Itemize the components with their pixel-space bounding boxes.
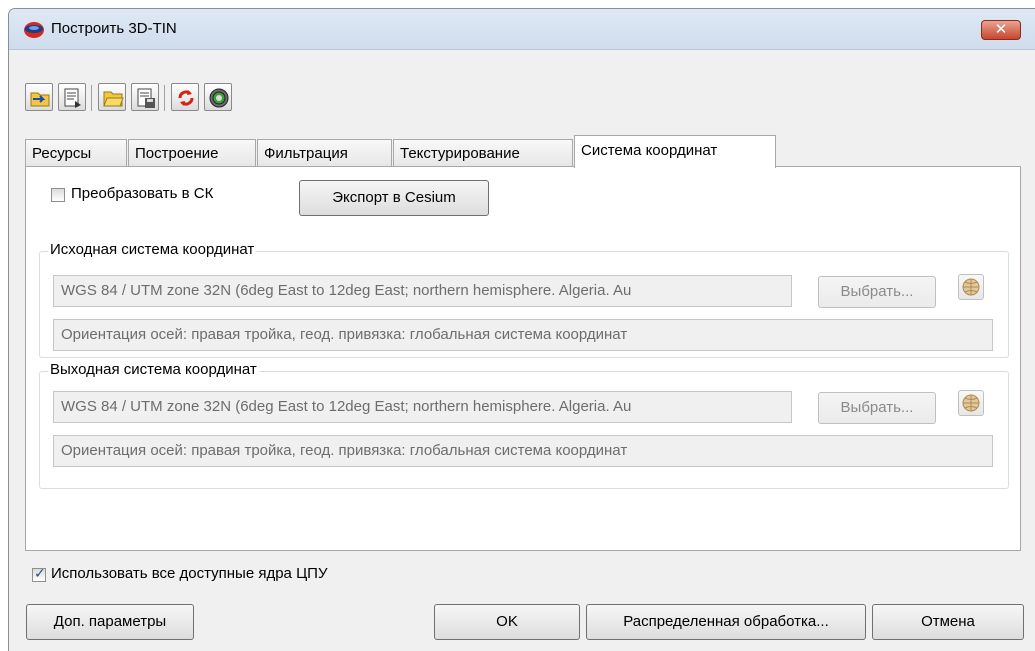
ok-button[interactable]: OK (434, 604, 580, 640)
convert-crs-checkbox[interactable] (51, 188, 65, 202)
open-folder-arrow-icon (30, 92, 50, 107)
settings-gear-icon (209, 88, 229, 108)
toolbar-separator (164, 85, 165, 111)
output-crs-title: Выходная система координат (48, 361, 259, 378)
save-document-button[interactable] (131, 83, 159, 111)
output-select-button[interactable]: Выбрать... (818, 392, 936, 424)
convert-crs-label: Преобразовать в СК (71, 185, 214, 202)
tab-coordinate-system[interactable]: Система координат (574, 135, 776, 168)
open-folder-button[interactable] (98, 83, 126, 111)
cancel-button[interactable]: Отмена (872, 604, 1024, 640)
save-document-icon (137, 88, 155, 108)
tab-label: Текстурирование (400, 145, 520, 162)
extra-params-button[interactable]: Доп. параметры (26, 604, 194, 640)
globe-icon (962, 394, 980, 412)
app-logo-icon (24, 22, 44, 38)
tab-label: Построение (135, 145, 219, 162)
settings-gear-button[interactable] (204, 83, 232, 111)
tab-build[interactable]: Построение (128, 139, 256, 167)
use-all-cores-label: Использовать все доступные ядра ЦПУ (51, 565, 328, 582)
use-all-cores-checkbox[interactable] (32, 565, 46, 582)
close-icon: ✕ (994, 21, 1008, 38)
source-select-button[interactable]: Выбрать... (818, 276, 936, 308)
open-folder-icon (103, 91, 124, 107)
output-crs-group: Выходная система координат WGS 84 / UTM … (39, 361, 1009, 489)
source-globe-button[interactable] (958, 274, 984, 300)
tab-label: Фильтрация (264, 145, 348, 162)
tab-label: Система координат (581, 142, 718, 159)
refresh-button[interactable] (171, 83, 199, 111)
output-crs-field: WGS 84 / UTM zone 32N (6deg East to 12de… (53, 391, 792, 423)
source-orientation-field: Ориентация осей: правая тройка, геод. пр… (53, 319, 993, 351)
distributed-processing-button[interactable]: Распределенная обработка... (586, 604, 866, 640)
export-document-button[interactable] (58, 83, 86, 111)
source-crs-group: Исходная система координат WGS 84 / UTM … (39, 241, 1009, 358)
source-crs-title: Исходная система координат (48, 241, 257, 258)
title-bar: Построить 3D-TIN ✕ (9, 9, 1035, 50)
source-crs-field: WGS 84 / UTM zone 32N (6deg East to 12de… (53, 275, 792, 307)
output-globe-button[interactable] (958, 390, 984, 416)
export-document-icon (64, 88, 81, 108)
tab-texturing[interactable]: Текстурирование (393, 139, 573, 167)
globe-icon (962, 278, 980, 296)
refresh-icon (178, 90, 194, 106)
dialog-window: Построить 3D-TIN ✕ Ресурсы Построение Фи… (8, 8, 1035, 651)
tab-resources[interactable]: Ресурсы (25, 139, 127, 167)
output-orientation-field: Ориентация осей: правая тройка, геод. пр… (53, 435, 993, 467)
coordinate-system-panel: Преобразовать в СК Экспорт в Cesium Исхо… (25, 166, 1021, 551)
tab-filter[interactable]: Фильтрация (257, 139, 392, 167)
open-folder-arrow-button[interactable] (25, 83, 53, 111)
toolbar-separator (91, 85, 92, 111)
window-title: Построить 3D-TIN (51, 20, 177, 37)
export-cesium-button[interactable]: Экспорт в Cesium (299, 180, 489, 216)
close-button[interactable]: ✕ (981, 20, 1021, 40)
tab-label: Ресурсы (32, 145, 92, 162)
